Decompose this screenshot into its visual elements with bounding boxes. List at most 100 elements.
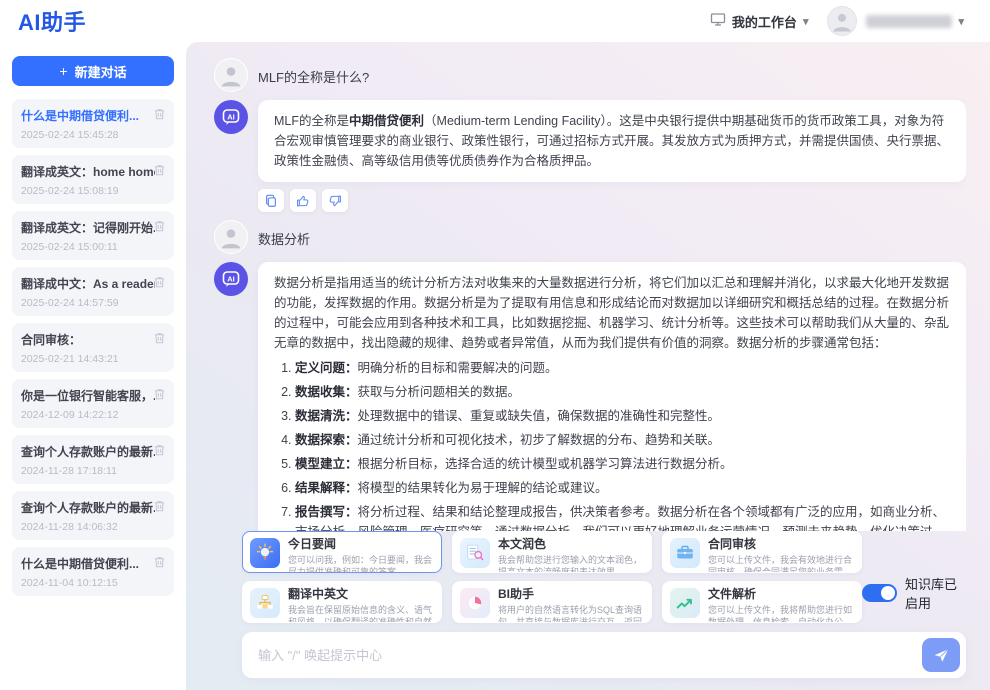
feature-card-file-parse[interactable]: 文件解析 您可以上传文件，我将帮助您进行如数据处理、信息检索、自动化办公等。: [662, 581, 862, 623]
chat-history: MLF的全称是什么? AI MLF的全称是中期借贷便利（Medium-term …: [214, 50, 966, 531]
conversation-time: 2025-02-21 14:43:21: [21, 353, 165, 365]
analysis-step: 数据收集：获取与分析问题相关的数据。: [295, 382, 950, 402]
workspace-label: 我的工作台: [732, 12, 797, 31]
step-term: 数据收集：: [295, 385, 358, 399]
feature-card-grid: 今日要闻 您可以问我，例如：今日要闻，我会尽力提供准确和可靠的答案。: [242, 531, 862, 623]
step-desc: 根据分析目标，选择合适的统计模型或机器学习算法进行数据分析。: [358, 457, 733, 471]
trash-icon[interactable]: [153, 331, 166, 345]
avatar[interactable]: [827, 6, 857, 36]
conversation-time: 2025-02-24 15:08:19: [21, 185, 165, 197]
prompt-input[interactable]: [258, 648, 922, 663]
user-avatar-icon: [214, 58, 248, 92]
translate-icon: [250, 588, 280, 618]
conversation-title: 合同审核：: [21, 331, 155, 348]
conversation-time: 2025-02-24 15:00:11: [21, 241, 165, 253]
feature-card-bi-assistant[interactable]: BI助手 将用户的自然语言转化为SQL查询语句，并直接与数据库进行交互，返回智能…: [452, 581, 652, 623]
feature-title: 本文润色: [498, 537, 642, 552]
trash-icon[interactable]: [153, 219, 166, 233]
feature-title: 今日要闻: [288, 537, 432, 552]
pie-chart-icon: [460, 588, 490, 618]
conversation-item[interactable]: 翻译成英文：home home 2025-02-24 15:08:19: [12, 155, 174, 204]
thumbs-down-button[interactable]: [322, 189, 348, 212]
conversation-title: 翻译成英文：记得刚开始...: [21, 219, 155, 236]
analysis-step: 定义问题：明确分析的目标和需要解决的问题。: [295, 358, 950, 378]
copy-button[interactable]: [258, 189, 284, 212]
ai-message: AI 数据分析是指用适当的统计分析方法对收集来的大量数据进行分析，将它们加以汇总…: [214, 262, 966, 531]
user-message-text: MLF的全称是什么?: [258, 58, 369, 86]
user-message: MLF的全称是什么?: [214, 58, 966, 92]
knowledge-base-toggle[interactable]: [862, 584, 897, 602]
conversation-title: 翻译成英文：home home: [21, 163, 155, 180]
monitor-icon: [710, 12, 726, 30]
step-desc: 通过统计分析和可视化技术，初步了解数据的分布、趋势和关联。: [358, 433, 721, 447]
conversation-item[interactable]: 你是一位银行智能客服，... 2024-12-09 14:22:12: [12, 379, 174, 428]
feature-desc: 您可以上传文件，我会有效地进行合同审核，确保合同满足您的业务需求。: [708, 554, 852, 573]
feature-card-contract-review[interactable]: 合同审核 您可以上传文件，我会有效地进行合同审核，确保合同满足您的业务需求。: [662, 531, 862, 573]
conversation-list: 什么是中期借贷便利... 2025-02-24 15:45:28 翻译成英文：h…: [12, 99, 174, 596]
conversation-title: 查询个人存款账户的最新...: [21, 443, 155, 460]
user-menu[interactable]: ▾: [866, 15, 964, 28]
conversation-item[interactable]: 查询个人存款账户的最新... 2024-11-28 17:18:11: [12, 435, 174, 484]
feature-desc: 您可以上传文件，我将帮助您进行如数据处理、信息检索、自动化办公等。: [708, 604, 852, 623]
conversation-time: 2024-11-04 10:12:15: [21, 577, 165, 589]
trash-icon[interactable]: [153, 443, 166, 457]
conversation-time: 2024-12-09 14:22:12: [21, 409, 165, 421]
feature-card-today-news[interactable]: 今日要闻 您可以问我，例如：今日要闻，我会尽力提供准确和可靠的答案。: [242, 531, 442, 573]
feature-title: 合同审核: [708, 537, 852, 552]
workspace-menu[interactable]: 我的工作台 ▾: [710, 12, 809, 31]
conversation-item[interactable]: 翻译成中文：As a reader... 2025-02-24 14:57:59: [12, 267, 174, 316]
conversation-item[interactable]: 合同审核： 2025-02-21 14:43:21: [12, 323, 174, 372]
conversation-time: 2024-11-28 17:18:11: [21, 465, 165, 477]
chevron-down-icon: ▾: [803, 15, 809, 28]
briefcase-icon: [670, 538, 700, 568]
app-logo: AI助手: [18, 5, 86, 37]
feature-title: 翻译中英文: [288, 587, 432, 602]
conversation-time: 2025-02-24 14:57:59: [21, 297, 165, 309]
user-message-text: 数据分析: [258, 220, 310, 248]
feature-desc: 我会旨在保留原始信息的含义、语气和风格，以确保翻译的准确性和自然流畅。: [288, 604, 432, 623]
conversation-time: 2024-11-28 14:06:32: [21, 521, 165, 533]
feature-card-text-polish[interactable]: 本文润色 我会帮助您进行您输入的文本润色，提高文本的流畅度和表达效果。: [452, 531, 652, 573]
conversation-item[interactable]: 查询个人存款账户的最新... 2024-11-28 14:06:32: [12, 491, 174, 540]
new-chat-button[interactable]: + 新建对话: [12, 56, 174, 86]
feature-title: BI助手: [498, 587, 642, 602]
chat-panel: MLF的全称是什么? AI MLF的全称是中期借贷便利（Medium-term …: [186, 42, 990, 690]
trash-icon[interactable]: [153, 499, 166, 513]
username-redacted: [866, 15, 952, 28]
feature-card-translate[interactable]: 翻译中英文 我会旨在保留原始信息的含义、语气和风格，以确保翻译的准确性和自然流畅…: [242, 581, 442, 623]
feature-desc: 您可以问我，例如：今日要闻，我会尽力提供准确和可靠的答案。: [288, 554, 432, 573]
conversation-title: 查询个人存款账户的最新...: [21, 499, 155, 516]
ai-message-card: 数据分析是指用适当的统计分析方法对收集来的大量数据进行分析，将它们加以汇总和理解…: [258, 262, 966, 531]
feature-desc: 我会帮助您进行您输入的文本润色，提高文本的流畅度和表达效果。: [498, 554, 642, 573]
step-desc: 将模型的结果转化为易于理解的结论或建议。: [358, 481, 608, 495]
conversation-item[interactable]: 什么是中期借贷便利... 2024-11-04 10:12:15: [12, 547, 174, 596]
knowledge-base-label: 知识库已启用: [905, 574, 966, 612]
svg-text:AI: AI: [227, 274, 235, 283]
user-avatar-icon: [214, 220, 248, 254]
analysis-step: 数据探索：通过统计分析和可视化技术，初步了解数据的分布、趋势和关联。: [295, 430, 950, 450]
step-desc: 获取与分析问题相关的数据。: [358, 385, 521, 399]
trash-icon[interactable]: [153, 107, 166, 121]
step-desc: 将分析过程、结果和结论整理成报告，供决策者参考。数据分析在各个领域都有广泛的应用…: [295, 505, 945, 531]
send-button[interactable]: [922, 638, 960, 672]
trash-icon[interactable]: [153, 275, 166, 289]
ai-text-bold: 中期借贷便利: [349, 114, 424, 128]
conversation-title: 什么是中期借贷便利...: [21, 107, 155, 124]
trash-icon[interactable]: [153, 387, 166, 401]
topbar: AI助手 我的工作台 ▾ ▾: [0, 0, 990, 42]
trend-icon: [670, 588, 700, 618]
analysis-step: 报告撰写：将分析过程、结果和结论整理成报告，供决策者参考。数据分析在各个领域都有…: [295, 502, 950, 531]
trash-icon[interactable]: [153, 163, 166, 177]
conversation-item[interactable]: 什么是中期借贷便利... 2025-02-24 15:45:28: [12, 99, 174, 148]
step-term: 数据探索：: [295, 433, 358, 447]
analysis-step: 模型建立：根据分析目标，选择合适的统计模型或机器学习算法进行数据分析。: [295, 454, 950, 474]
knowledge-base-toggle-group: 知识库已启用: [862, 574, 966, 612]
step-term: 报告撰写：: [295, 505, 358, 519]
trash-icon[interactable]: [153, 555, 166, 569]
step-term: 数据清洗：: [295, 409, 358, 423]
ai-avatar-icon: AI: [214, 100, 248, 134]
step-term: 模型建立：: [295, 457, 358, 471]
conversation-time: 2025-02-24 15:45:28: [21, 129, 165, 141]
conversation-item[interactable]: 翻译成英文：记得刚开始... 2025-02-24 15:00:11: [12, 211, 174, 260]
thumbs-up-button[interactable]: [290, 189, 316, 212]
